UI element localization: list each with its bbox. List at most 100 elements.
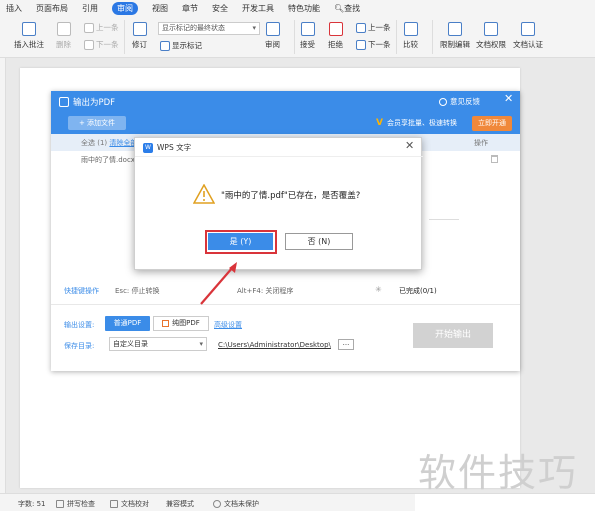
conversion-progress-bar <box>429 219 459 220</box>
feedback-icon <box>439 97 447 106</box>
annotation-arrow-icon <box>200 262 237 305</box>
open-vip-button[interactable]: 立即开通 <box>472 116 512 131</box>
doc-protection[interactable]: 文档未保护 <box>213 499 259 509</box>
status-bar: 字数: 51 拼写检查 文档校对 兼容模式 文档未保护 <box>0 493 595 511</box>
show-markup-icon <box>160 40 170 51</box>
next-comment-icon <box>84 39 94 50</box>
menu-view[interactable]: 视图 <box>152 3 168 14</box>
watermark: 软件技巧 <box>418 451 579 495</box>
no-button[interactable]: 否 (N) <box>285 233 353 250</box>
markup-display-dropdown[interactable]: 显示标记的最终状态 ▾ <box>158 22 260 35</box>
output-path[interactable]: C:\Users\Administrator\Desktop\ <box>218 341 331 349</box>
select-all-label: 全选 (1) <box>81 139 108 147</box>
shortcuts-row: 快捷键操作 Esc: 停止转换 Alt+F4: 关闭程序 ✳ 已完成(0/1) <box>51 281 520 297</box>
reject-label: 拒绝 <box>328 40 343 49</box>
ribbon-separator <box>294 20 295 54</box>
prev-comment-button[interactable]: 上一条 <box>84 22 119 33</box>
wps-logo-icon: W <box>143 142 153 153</box>
next-change-icon <box>356 39 366 50</box>
menu-insert[interactable]: 插入 <box>6 3 22 14</box>
confirm-message: "雨中的了情.pdf"已存在，是否覆盖? <box>221 191 361 201</box>
restrict-editing-button[interactable]: 限制编辑 <box>440 22 470 50</box>
accept-button[interactable]: 接受 <box>300 22 315 50</box>
feedback-label: 意见反馈 <box>450 97 480 106</box>
yes-button[interactable]: 是 (Y) <box>208 233 273 250</box>
delete-label: 删除 <box>56 40 71 49</box>
restrict-editing-label: 限制编辑 <box>440 40 470 49</box>
browse-button[interactable]: ... <box>338 339 354 350</box>
doc-protection-label: 文档未保护 <box>224 500 259 508</box>
vip-icon: V <box>376 118 383 128</box>
save-directory-value: 自定义目录 <box>113 340 148 348</box>
menu-developer[interactable]: 开发工具 <box>242 3 274 14</box>
left-ruler <box>0 58 6 493</box>
reject-icon <box>328 22 343 36</box>
warning-icon <box>193 184 215 204</box>
prev-change-icon <box>356 22 366 33</box>
menu-references[interactable]: 引用 <box>82 3 98 14</box>
save-directory-select[interactable]: 自定义目录 ▾ <box>109 337 207 351</box>
document-auth-button[interactable]: 文档认证 <box>513 22 543 50</box>
track-changes-label: 修订 <box>132 40 147 49</box>
next-change-label: 下一条 <box>368 40 391 49</box>
document-permissions-icon <box>484 22 498 36</box>
next-comment-label: 下一条 <box>96 40 119 49</box>
next-comment-button[interactable]: 下一条 <box>84 39 119 50</box>
spell-check-icon <box>56 500 64 508</box>
image-pdf-icon <box>162 320 170 327</box>
output-settings-label: 输出设置: <box>64 321 95 329</box>
shield-icon <box>213 500 221 508</box>
review-pane-button[interactable]: 审阅 <box>265 22 280 50</box>
overwrite-confirm-dialog: W WPS 文字 ✕ "雨中的了情.pdf"已存在，是否覆盖? 是 (Y) 否 … <box>134 137 423 270</box>
feedback-link[interactable]: 意见反馈 <box>439 96 480 107</box>
delete-comment-button[interactable]: 删除 <box>56 22 71 50</box>
compare-label: 比较 <box>403 40 418 49</box>
reject-button[interactable]: 拒绝 <box>328 22 343 50</box>
trash-icon[interactable] <box>491 155 498 163</box>
document-auth-label: 文档认证 <box>513 40 543 49</box>
chevron-down-icon: ▾ <box>199 340 203 348</box>
doc-proofread-icon <box>110 500 118 508</box>
insert-comment-label: 插入批注 <box>14 40 44 49</box>
prev-comment-label: 上一条 <box>96 23 119 32</box>
title-divider <box>135 156 423 157</box>
word-count[interactable]: 字数: 51 <box>18 499 46 509</box>
add-file-button[interactable]: + 添加文件 <box>68 116 126 130</box>
prev-change-button[interactable]: 上一条 <box>356 22 391 33</box>
pdf-export-icon <box>59 97 69 107</box>
menu-chapter[interactable]: 章节 <box>182 3 198 14</box>
divider <box>51 304 520 305</box>
document-permissions-button[interactable]: 文档权限 <box>476 22 506 50</box>
menu-find[interactable]: 🔍︎查找 <box>334 3 360 14</box>
menu-bar: 插入 页面布局 引用 审阅 视图 章节 安全 开发工具 特色功能 🔍︎查找 <box>0 0 595 16</box>
menu-page-layout[interactable]: 页面布局 <box>36 3 68 14</box>
menu-security[interactable]: 安全 <box>212 3 228 14</box>
select-all[interactable]: 全选 (1) 清除全部 <box>81 138 137 148</box>
menu-find-label: 查找 <box>344 3 361 13</box>
prev-change-label: 上一条 <box>368 23 391 32</box>
compare-button[interactable]: 比较 <box>403 22 418 50</box>
doc-proofread-label: 文档校对 <box>121 500 149 508</box>
review-pane-label: 审阅 <box>265 40 280 49</box>
advanced-settings-link[interactable]: 高级设置 <box>214 320 242 330</box>
start-export-button[interactable]: 开始输出 <box>413 323 493 348</box>
search-icon: 🔍︎ <box>334 3 345 13</box>
close-icon[interactable]: ✕ <box>405 139 414 152</box>
spell-check-toggle[interactable]: 拼写检查 <box>56 499 95 509</box>
close-icon[interactable]: ✕ <box>504 92 513 105</box>
spell-check-label: 拼写检查 <box>67 500 95 508</box>
menu-special-features[interactable]: 特色功能 <box>288 3 320 14</box>
insert-comment-button[interactable]: 插入批注 <box>14 22 44 50</box>
next-change-button[interactable]: 下一条 <box>356 39 391 50</box>
doc-proofread-toggle[interactable]: 文档校对 <box>110 499 149 509</box>
export-pdf-title-text: 输出为PDF <box>73 98 116 108</box>
image-pdf-button[interactable]: 纯图PDF <box>153 316 209 331</box>
normal-pdf-button[interactable]: 普通PDF <box>105 316 150 331</box>
compare-icon <box>403 22 418 36</box>
document-auth-icon <box>521 22 535 36</box>
track-changes-button[interactable]: 修订 <box>132 22 147 50</box>
confirm-dialog-title-text: WPS 文字 <box>157 143 192 152</box>
show-markup-button[interactable]: 显示标记 <box>160 40 202 51</box>
markup-display-value: 显示标记的最终状态 <box>162 24 225 32</box>
menu-review[interactable]: 审阅 <box>112 1 138 15</box>
